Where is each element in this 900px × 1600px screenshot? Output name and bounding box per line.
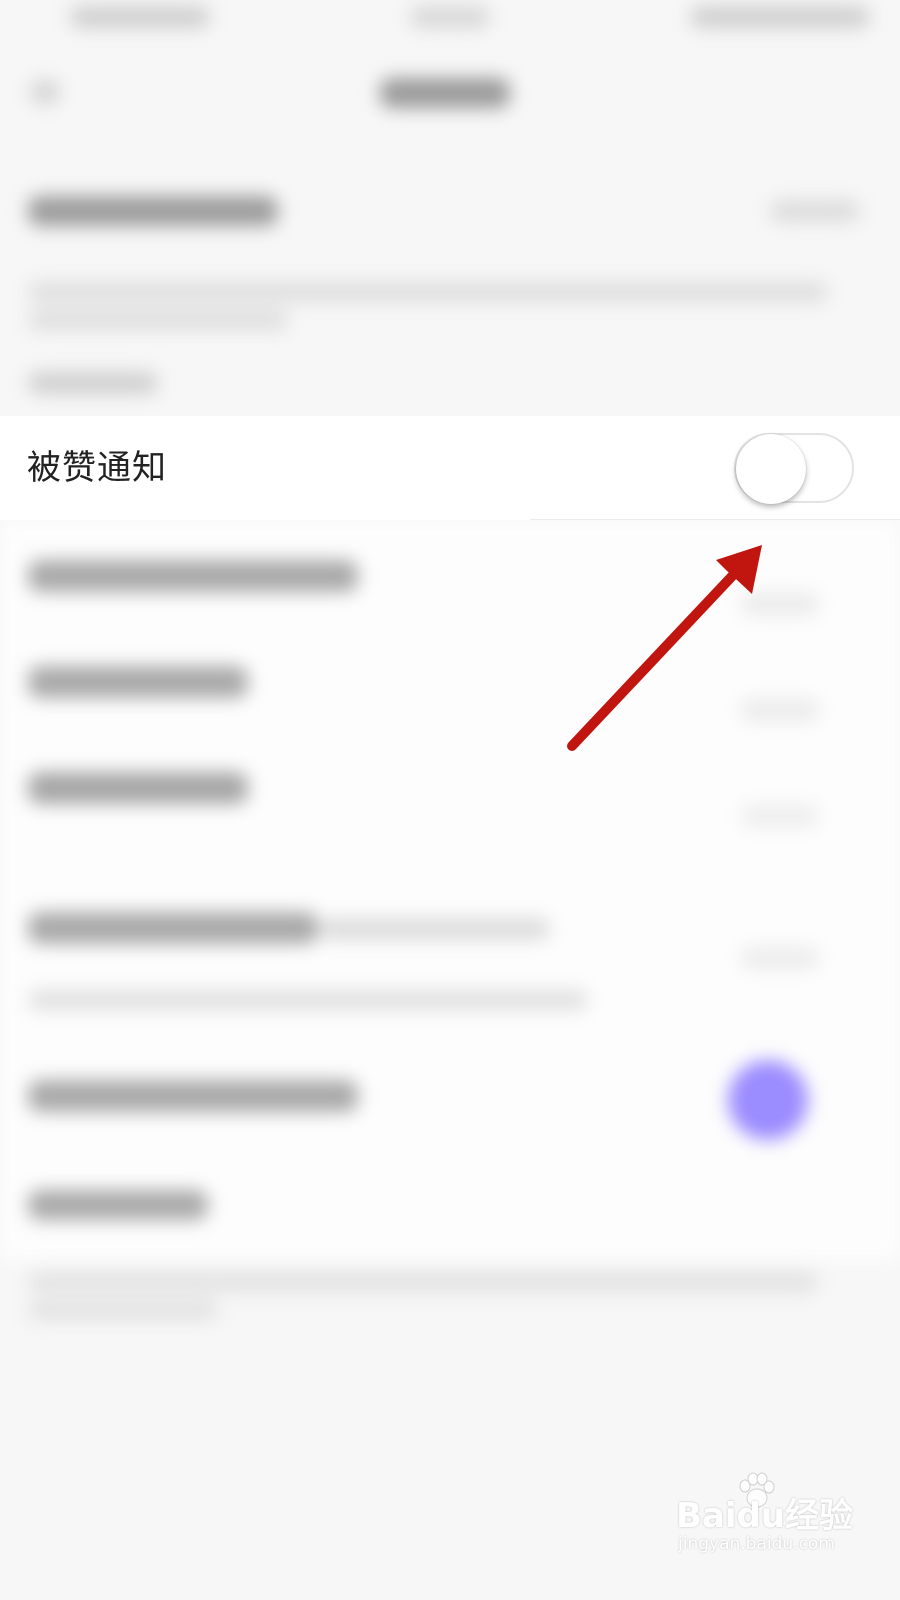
blurred-toggle — [740, 592, 820, 616]
blurred-page-title — [380, 78, 510, 108]
like-notification-row: 被赞通知 — [0, 416, 900, 520]
blurred-settings-background — [0, 0, 900, 1600]
blurred-status-bar-center — [410, 6, 490, 28]
blurred-list-area — [0, 520, 900, 1260]
blurred-setting-row — [28, 1190, 208, 1220]
blurred-setting-row — [28, 196, 278, 226]
blurred-setting-value — [770, 200, 860, 222]
like-notification-label: 被赞通知 — [27, 448, 167, 488]
blurred-toggle-on — [728, 1060, 808, 1140]
blurred-description — [28, 310, 288, 330]
like-notification-toggle[interactable] — [734, 433, 854, 504]
blurred-setting-row — [28, 560, 358, 592]
blurred-toggle — [740, 946, 820, 970]
blurred-status-bar-right — [690, 6, 870, 28]
blurred-description — [28, 282, 828, 302]
arrow-head — [716, 545, 762, 594]
blurred-setting-row — [28, 1080, 358, 1112]
blurred-setting-row — [28, 666, 248, 698]
blurred-toggle — [740, 698, 820, 722]
blurred-setting-row — [28, 772, 248, 804]
watermark-url: jingyan.baidu.com — [678, 1534, 835, 1554]
blurred-section-label — [28, 372, 158, 394]
baidu-jingyan-watermark: Baidu经验 jingyan.baidu.com — [676, 1472, 876, 1572]
blurred-back-icon — [30, 80, 60, 104]
blurred-setting-subtext — [320, 918, 550, 940]
arrow-shaft — [567, 567, 741, 751]
watermark-logo-text: Baidu经验 — [676, 1496, 854, 1536]
blurred-status-bar-left — [70, 6, 210, 28]
red-arrow-icon — [567, 545, 762, 751]
toggle-knob[interactable] — [736, 434, 806, 504]
row-divider — [530, 519, 900, 520]
blurred-setting-row — [28, 912, 318, 944]
blurred-description — [28, 990, 588, 1010]
blurred-description — [28, 1300, 218, 1320]
blurred-toggle — [740, 804, 820, 828]
blurred-description — [28, 1272, 818, 1292]
